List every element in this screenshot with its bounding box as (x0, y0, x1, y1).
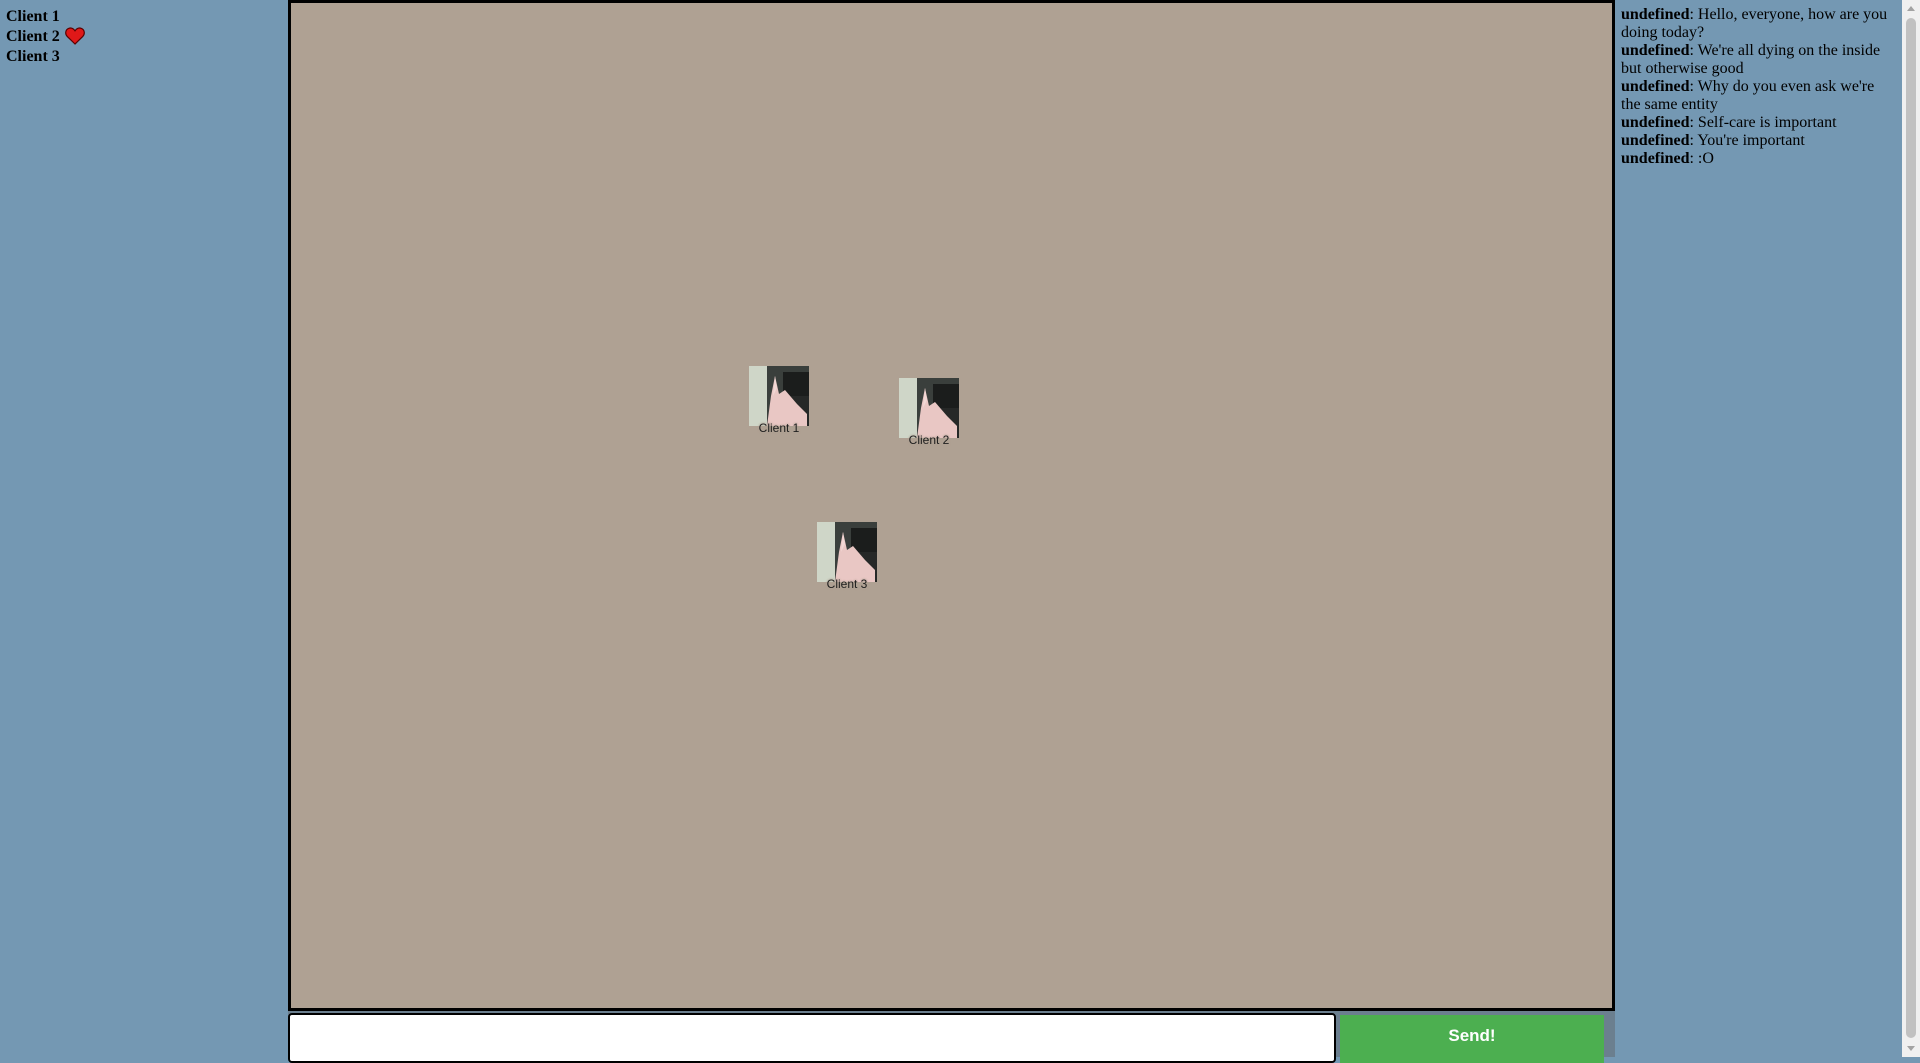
client-list: Client 1 Client 2 Client 3 (6, 6, 85, 66)
client-name: Client 1 (6, 7, 60, 25)
message-sender: undefined (1621, 114, 1690, 131)
chat-panel: undefined: Hello, everyone, how are you … (1615, 0, 1902, 1057)
avatar-label: Client 1 (758, 421, 800, 435)
client-avatar[interactable]: Client 1 (749, 366, 809, 435)
chat-message: undefined: :O (1621, 150, 1891, 168)
message-text: : You're important (1689, 132, 1805, 149)
message-sender: undefined (1621, 132, 1690, 149)
avatar-thumbnail (817, 522, 877, 582)
message-sender: undefined (1621, 150, 1690, 167)
client-avatar[interactable]: Client 3 (817, 522, 877, 591)
scroll-down-icon[interactable] (1907, 1046, 1915, 1051)
send-button[interactable]: Send! (1340, 1015, 1604, 1063)
message-text: : Self-care is important (1689, 114, 1837, 131)
avatar-thumbnail (749, 366, 809, 426)
scrollbar-thumb[interactable] (1906, 18, 1916, 1038)
message-composer: Send! (288, 1011, 1615, 1063)
message-sender: undefined (1621, 78, 1690, 95)
scroll-up-icon[interactable] (1907, 6, 1915, 11)
chat-message: undefined: Why do you even ask we're the… (1621, 78, 1891, 114)
stage-canvas[interactable]: Client 1 Client 2 Client 3 (288, 0, 1615, 1011)
message-text: : :O (1689, 150, 1714, 167)
client-avatar[interactable]: Client 2 (899, 378, 959, 447)
client-list-item[interactable]: Client 3 (6, 46, 85, 66)
avatar-label: Client 3 (826, 577, 868, 591)
client-list-item[interactable]: Client 2 (6, 26, 85, 46)
page-scrollbar[interactable] (1902, 0, 1920, 1057)
chat-message: undefined: You're important (1621, 132, 1891, 150)
chat-message: undefined: Hello, everyone, how are you … (1621, 6, 1891, 42)
avatar-label: Client 2 (908, 433, 950, 447)
avatar-thumbnail (899, 378, 959, 438)
heart-icon (64, 27, 85, 45)
chat-message: undefined: Self-care is important (1621, 114, 1891, 132)
client-name: Client 2 (6, 27, 60, 45)
message-input[interactable] (288, 1013, 1336, 1063)
client-list-panel: Client 1 Client 2 Client 3 (0, 0, 288, 1057)
chat-log: undefined: Hello, everyone, how are you … (1621, 6, 1891, 168)
client-name: Client 3 (6, 47, 60, 65)
message-sender: undefined (1621, 6, 1690, 23)
client-list-item[interactable]: Client 1 (6, 6, 85, 26)
message-sender: undefined (1621, 42, 1690, 59)
chat-message: undefined: We're all dying on the inside… (1621, 42, 1891, 78)
